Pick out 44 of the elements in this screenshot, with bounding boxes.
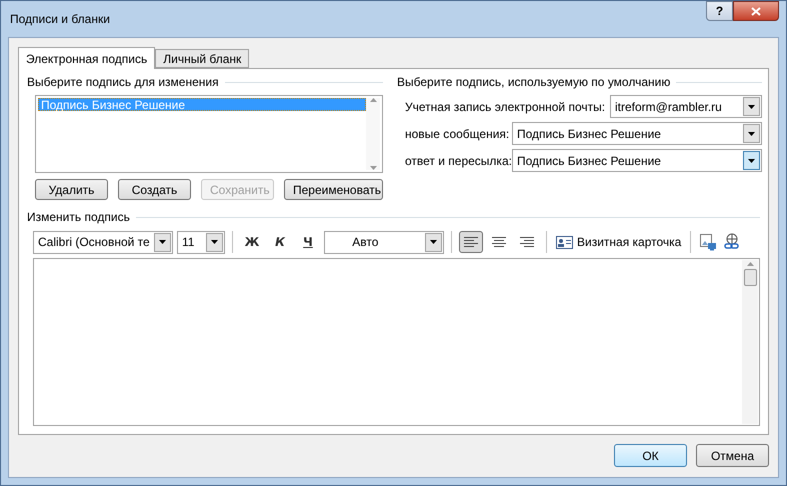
size-dropdown[interactable]: 11	[177, 230, 225, 254]
section-heading: Выберите подпись, используемую по умолчанию	[397, 75, 670, 89]
business-card-button[interactable]: Визитная карточка	[554, 235, 684, 249]
contact-card-icon	[556, 236, 573, 248]
dropdown-arrow-icon	[748, 104, 755, 108]
action-button[interactable]: Создать	[118, 179, 191, 200]
bold-button[interactable]: Ж	[240, 231, 264, 253]
italic-button[interactable]: К	[268, 231, 292, 253]
scroll-down-icon[interactable]	[370, 166, 376, 170]
dropdown-arrow-icon	[748, 132, 755, 136]
dialog-button[interactable]: Отмена	[696, 444, 769, 467]
close-icon	[751, 6, 761, 16]
section-heading: Изменить подпись	[27, 210, 130, 224]
help-button[interactable]: ?	[706, 1, 733, 21]
font-dropdown[interactable]: Calibri (Основной те	[33, 230, 173, 254]
dropdown-arrow-icon	[159, 240, 166, 244]
underline-button[interactable]: Ч	[296, 231, 320, 253]
field-label: Учетная запись электронной почты:	[405, 100, 606, 114]
dropdown[interactable]: Подпись Бизнес Решение	[512, 149, 762, 172]
dropdown-arrow-icon	[211, 240, 218, 244]
scroll-up-icon[interactable]	[370, 98, 376, 102]
dropdown-arrow-icon	[430, 240, 437, 244]
field-label: новые сообщения:	[405, 126, 510, 140]
close-button[interactable]	[733, 1, 779, 21]
dropdown[interactable]: Подпись Бизнес Решение	[512, 122, 762, 145]
color-dropdown[interactable]: Авто	[324, 230, 444, 254]
section-heading: Выберите подпись для изменения	[27, 75, 219, 89]
dialog-button[interactable]: ОК	[614, 444, 687, 467]
field-label: ответ и пересылка:	[405, 154, 512, 168]
align-left-button[interactable]	[459, 231, 483, 253]
scroll-up-icon[interactable]	[746, 262, 754, 266]
dropdown-arrow-icon	[748, 158, 755, 162]
scrollbar[interactable]	[366, 98, 380, 170]
dropdown[interactable]: itreform@rambler.ru	[610, 95, 762, 118]
scrollbar[interactable]	[742, 260, 758, 424]
align-icon	[520, 236, 534, 248]
align-icon	[492, 236, 506, 248]
tab[interactable]: Личный бланк	[155, 49, 250, 68]
window-title: Подписи и бланки	[10, 12, 110, 26]
scrollbar-thumb[interactable]	[744, 269, 756, 286]
action-button[interactable]: Удалить	[35, 179, 108, 200]
action-button[interactable]: Переименовать	[284, 179, 383, 200]
align-icon	[464, 236, 478, 248]
tab[interactable]: Электронная подпись	[18, 47, 156, 69]
